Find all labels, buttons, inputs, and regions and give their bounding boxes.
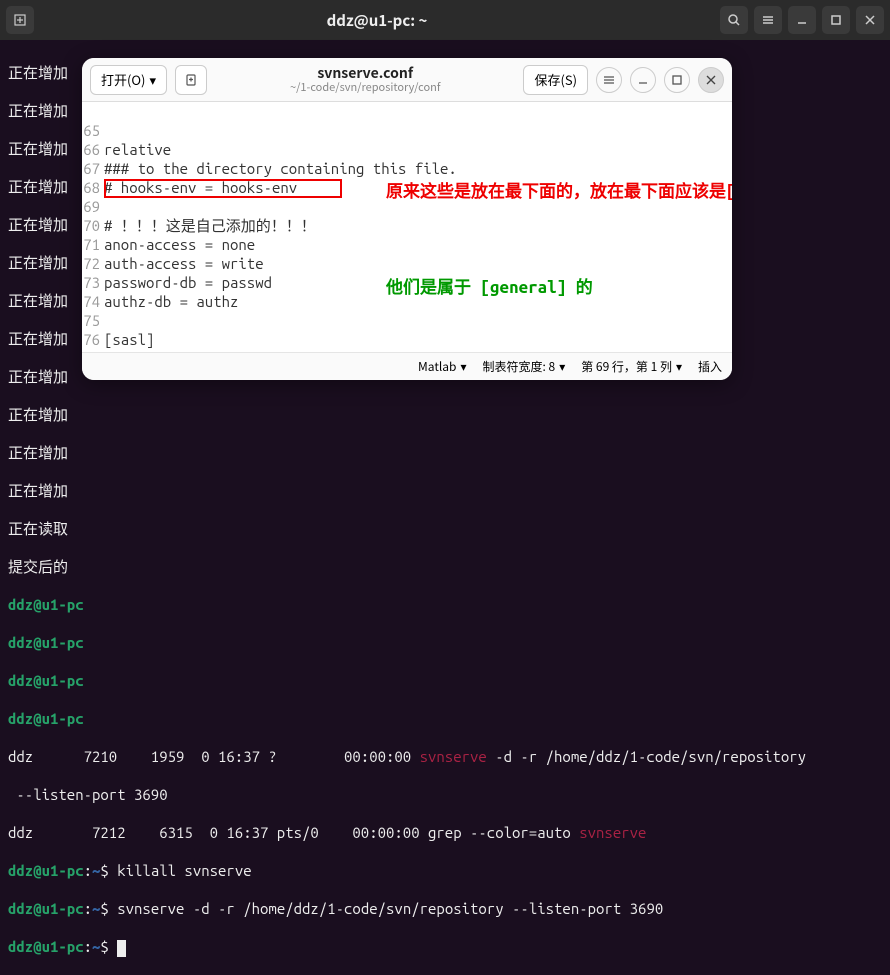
code-line: ### to the directory containing this fil… xyxy=(104,159,732,178)
bg-line: 正在读取 xyxy=(8,519,882,538)
close-icon xyxy=(705,74,717,86)
status-insert: 插入 xyxy=(698,358,722,375)
code-line: # ！！！这是自己添加的！！！ xyxy=(104,216,732,235)
bg-line: 正在增加 xyxy=(8,481,882,500)
hamburger-icon xyxy=(603,74,615,86)
new-file-button[interactable] xyxy=(175,65,207,95)
terminal-line: ddz@u1-pc xyxy=(8,671,882,690)
ps-output-line: --listen-port 3690 xyxy=(8,785,882,804)
bg-line: 正在增加 xyxy=(8,443,882,462)
chevron-down-icon: ▾ xyxy=(559,358,565,375)
open-button[interactable]: 打开(O) ▾ xyxy=(90,65,167,95)
minimize-button[interactable] xyxy=(788,6,816,34)
line-number-gutter: 65666768697071727374757677 xyxy=(82,102,104,352)
code-area[interactable]: relative### to the directory containing … xyxy=(104,102,732,352)
status-tabwidth[interactable]: 制表符宽度: 8 ▾ xyxy=(483,358,566,375)
hamburger-button[interactable] xyxy=(596,67,622,93)
terminal-line: ddz@u1-pc xyxy=(8,633,882,652)
chevron-down-icon: ▾ xyxy=(460,358,466,375)
terminal-titlebar: ddz@u1-pc: ~ xyxy=(0,0,890,40)
bg-line: 提交后的 xyxy=(8,557,882,576)
terminal-line: ddz@u1-pc xyxy=(8,709,882,728)
editor-content[interactable]: 65666768697071727374757677 relative### t… xyxy=(82,102,732,352)
terminal-line: ddz@u1-pc xyxy=(8,595,882,614)
close-button[interactable] xyxy=(856,6,884,34)
status-position[interactable]: 第 69 行，第 1 列 ▾ xyxy=(581,358,682,375)
editor-close-button[interactable] xyxy=(698,67,724,93)
code-line: ### This option specifies whether you wa… xyxy=(104,349,732,352)
maximize-icon xyxy=(671,74,683,86)
chevron-down-icon: ▾ xyxy=(676,358,682,375)
minimize-icon xyxy=(637,74,649,86)
ps-output-line: ddz 7212 6315 0 16:37 pts/0 00:00:00 gre… xyxy=(8,823,882,842)
terminal-prompt-line: ddz@u1-pc:~$ svnserve -d -r /home/ddz/1-… xyxy=(8,899,882,918)
editor-minimize-button[interactable] xyxy=(630,67,656,93)
ps-output-line: ddz 7210 1959 0 16:37 ? 00:00:00 svnserv… xyxy=(8,747,882,766)
editor-subtitle: ~/1-code/svn/repository/conf xyxy=(215,81,515,94)
search-button[interactable] xyxy=(720,6,748,34)
editor-window: 打开(O) ▾ svnserve.conf ~/1-code/svn/repos… xyxy=(82,58,732,380)
annotation-green: 他们是属于 [general] 的 xyxy=(386,276,593,295)
new-tab-button[interactable] xyxy=(6,6,34,34)
hamburger-button[interactable] xyxy=(754,6,782,34)
cursor xyxy=(117,940,126,957)
annotation-red: 原来这些是放在最下面的，放在最下面应该是[sasl]的配置，弄错地方了。这些配置… xyxy=(386,180,732,199)
code-line: [sasl] xyxy=(104,330,732,349)
save-button[interactable]: 保存(S) xyxy=(523,65,588,95)
bg-line: 正在增加 xyxy=(8,405,882,424)
chevron-down-icon: ▾ xyxy=(149,70,156,89)
code-line: auth-access = write xyxy=(104,254,732,273)
editor-title-area: svnserve.conf ~/1-code/svn/repository/co… xyxy=(215,65,515,95)
terminal-title: ddz@u1-pc: ~ xyxy=(40,10,714,31)
editor-maximize-button[interactable] xyxy=(664,67,690,93)
code-line: relative xyxy=(104,140,732,159)
editor-header: 打开(O) ▾ svnserve.conf ~/1-code/svn/repos… xyxy=(82,58,732,102)
code-line: anon-access = none xyxy=(104,235,732,254)
code-line xyxy=(104,311,732,330)
editor-statusbar: Matlab ▾ 制表符宽度: 8 ▾ 第 69 行，第 1 列 ▾ 插入 xyxy=(82,352,732,380)
maximize-button[interactable] xyxy=(822,6,850,34)
status-language[interactable]: Matlab ▾ xyxy=(418,358,466,375)
terminal-prompt-line: ddz@u1-pc:~$ xyxy=(8,937,882,956)
terminal-prompt-line: ddz@u1-pc:~$ killall svnserve xyxy=(8,861,882,880)
new-file-icon xyxy=(184,73,198,87)
